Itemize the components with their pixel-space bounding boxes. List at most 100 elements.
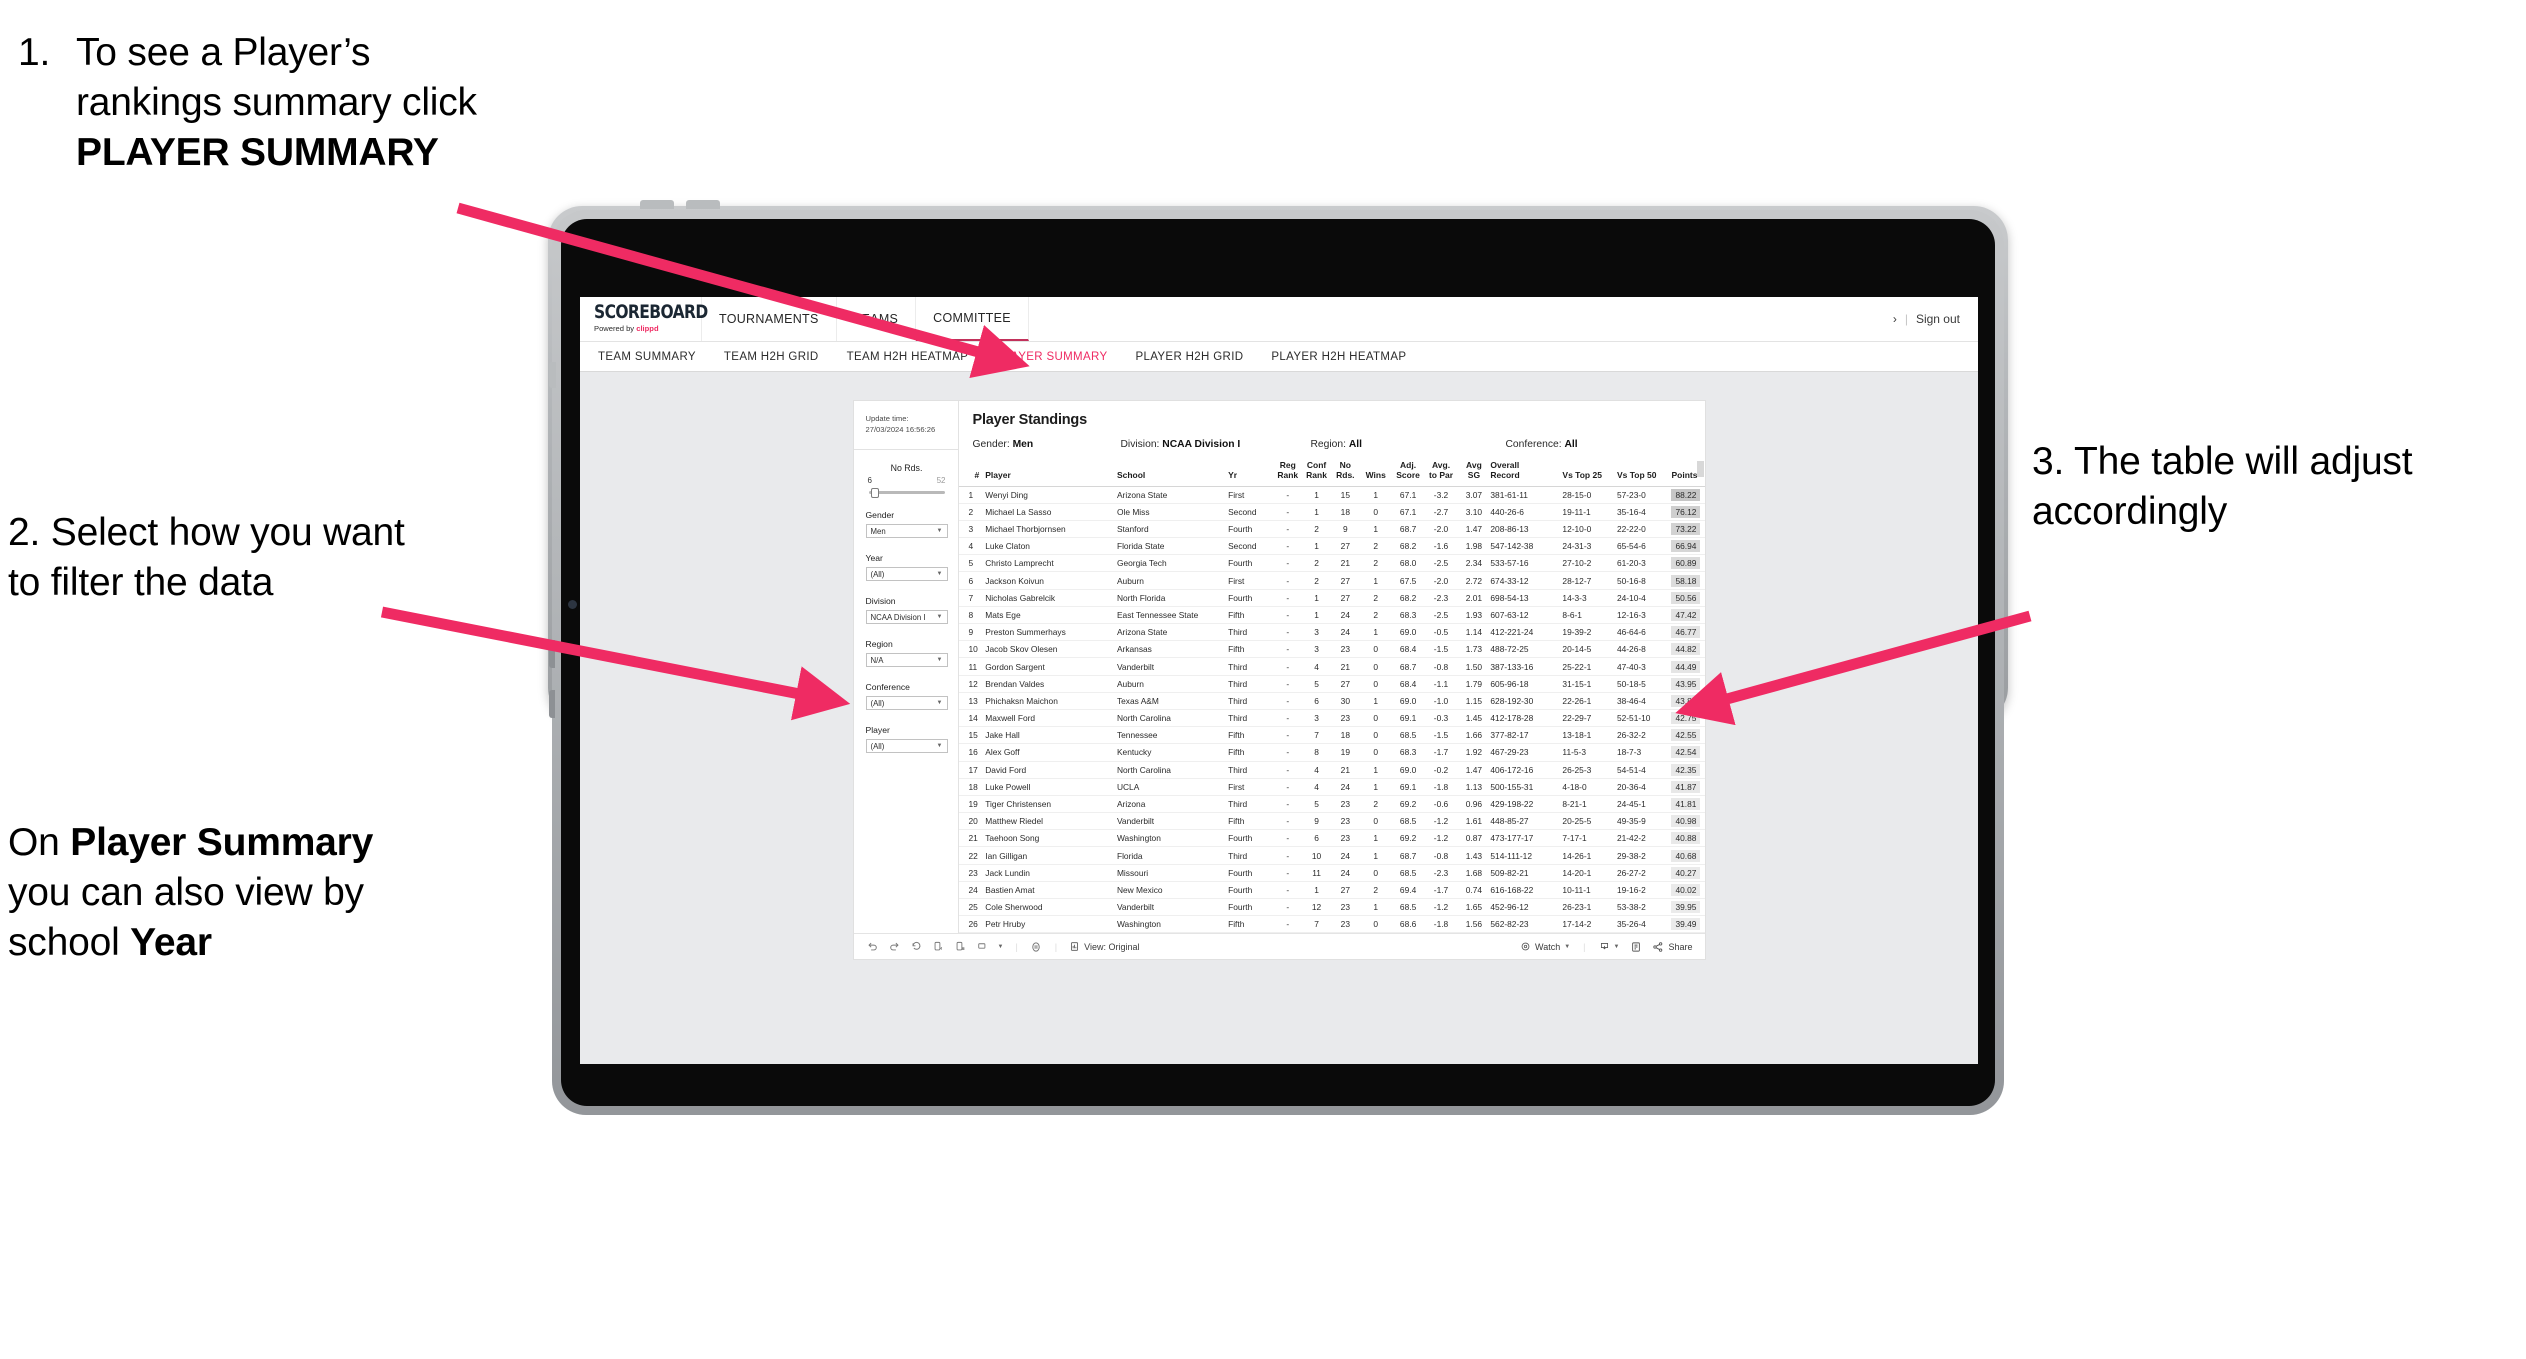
table-row[interactable]: 3 Michael Thorbjornsen Stanford Fourth -2 9 1 6… xyxy=(958,520,1705,539)
cell-conf: 6 xyxy=(1302,829,1331,848)
cell-sg: 3.07 xyxy=(1457,486,1491,504)
cell-wins: 2 xyxy=(1359,589,1392,607)
filter-division-select[interactable]: NCAA Division I ▼ xyxy=(865,610,948,624)
tab-player-summary[interactable]: PLAYER SUMMARY xyxy=(996,351,1107,363)
col-vs-top-50[interactable]: Vs Top 50 xyxy=(1616,461,1672,487)
cell-t50: 26-27-2 xyxy=(1616,864,1672,882)
slider-track[interactable] xyxy=(868,487,945,498)
table-row[interactable]: 4 Luke Claton Florida State Second -1 27 2 68.2… xyxy=(958,537,1705,556)
cell-player: Petr Hruby xyxy=(985,915,1117,934)
table-row[interactable]: 12 Brendan Valdes Auburn Third -5 27 0 68.4 -1.1… xyxy=(958,675,1705,693)
col-no-rds[interactable]: No Rds. xyxy=(1330,460,1360,487)
table-row[interactable]: 24 Bastien Amat New Mexico Fourth -1 27 2 69.4-… xyxy=(958,881,1705,900)
tab-team-summary[interactable]: TEAM SUMMARY xyxy=(598,351,696,363)
pause-auto-update-icon[interactable] xyxy=(954,940,967,953)
device-layout-chevron-icon[interactable]: ▼ xyxy=(998,944,1004,950)
table-row[interactable]: 22 Ian Gilligan Florida Third -10 24 1 68.7 -0.8… xyxy=(958,846,1705,865)
revert-icon[interactable] xyxy=(910,940,923,953)
table-row[interactable]: 23 Jack Lundin Missouri Fourth -11 24 0 68.5 -2.… xyxy=(958,864,1705,882)
filter-region-select[interactable]: N/A ▼ xyxy=(865,653,948,667)
col-avg-to-par[interactable]: Avg. to Par xyxy=(1424,460,1458,487)
table-row[interactable]: 17 David Ford North Carolina Third -4 21 1 69.0… xyxy=(958,761,1705,779)
cell-wins: 1 xyxy=(1359,898,1392,917)
table-row[interactable]: 7 Nicholas Gabrelcik North Florida Fourth -1… xyxy=(958,589,1705,607)
col-rank[interactable]: # xyxy=(958,461,986,487)
filter-conference-select[interactable]: (All) ▼ xyxy=(865,696,948,710)
app-logo[interactable]: SCOREBOARD Powered by clippd xyxy=(580,297,708,341)
view-original-label: View: Original xyxy=(1084,941,1140,952)
table-row[interactable]: 9 Preston Summerhays Arizona State Third -3 2… xyxy=(958,623,1705,642)
col-vs-top-25[interactable]: Vs Top 25 xyxy=(1562,461,1617,487)
table-head: # Player School Yr Reg Rank Conf Rank No Rd… xyxy=(958,460,1705,487)
table-row[interactable]: 20 Matthew Riedel Vanderbilt Fifth -9 23 0 68.5… xyxy=(958,812,1705,831)
table-row[interactable]: 16 Alex Goff Kentucky Fifth -8 19 0 68.3 -1.7 1.9… xyxy=(958,743,1705,762)
cell-rds: 21 xyxy=(1330,657,1360,676)
tab-player-h2h-heatmap[interactable]: PLAYER H2H HEATMAP xyxy=(1271,351,1406,363)
tab-player-h2h-grid[interactable]: PLAYER H2H GRID xyxy=(1135,351,1243,363)
filter-gender: Gender Men ▼ xyxy=(865,510,948,538)
header-chevron-icon[interactable]: › xyxy=(1893,312,1897,326)
filter-gender-select[interactable]: Men ▼ xyxy=(865,524,948,538)
summary-gender-value: Men xyxy=(1012,439,1034,450)
download-button[interactable]: ▼ xyxy=(1599,941,1620,952)
table-row[interactable]: 1 Wenyi Ding Arizona State First -1 15 1 67.1 -3… xyxy=(958,486,1705,504)
undo-icon[interactable] xyxy=(866,940,879,953)
panel-title: Player Standings xyxy=(972,412,1088,428)
table-row[interactable]: 14 Maxwell Ford North Carolina Third -3 23 0 69… xyxy=(958,709,1705,728)
table-row[interactable]: 26 Petr Hruby Washington Fifth -7 23 0 68.6 -1.8… xyxy=(958,915,1705,934)
cell-reg: - xyxy=(1273,829,1303,848)
full-screen-icon[interactable] xyxy=(1629,940,1642,953)
nav-tournaments[interactable]: TOURNAMENTS xyxy=(702,297,837,341)
cell-par: -0.3 xyxy=(1424,709,1458,728)
sign-out-link[interactable]: Sign out xyxy=(1916,312,1960,326)
table-row[interactable]: 19 Tiger Christensen Arizona Third -5 23 2 69.2… xyxy=(958,795,1705,814)
share-button[interactable]: Share xyxy=(1652,941,1693,953)
nav-teams[interactable]: TEAMS xyxy=(837,297,917,341)
cell-rank: 25 xyxy=(958,898,986,917)
col-adj-score[interactable]: Adj. Score xyxy=(1391,460,1425,487)
cell-school: Vanderbilt xyxy=(1116,898,1229,917)
table-row[interactable]: 10 Jacob Skov Olesen Arkansas Fifth -3 23 0 68.… xyxy=(958,640,1705,659)
col-year[interactable]: Yr xyxy=(1228,461,1274,487)
watch-button[interactable]: Watch ▼ xyxy=(1520,941,1570,952)
download-chevron-icon: ▼ xyxy=(1613,943,1620,950)
cell-wins: 0 xyxy=(1359,864,1392,882)
col-reg-rank[interactable]: Reg Rank xyxy=(1273,460,1303,487)
col-conf-rank[interactable]: Conf Rank xyxy=(1302,460,1331,487)
cell-par: -2.3 xyxy=(1424,864,1458,882)
col-avg-sg[interactable]: Avg SG xyxy=(1457,460,1491,487)
table-row[interactable]: 6 Jackson Koivun Auburn First -2 27 1 67.5 -2.0 2… xyxy=(958,571,1705,590)
cell-player: Tiger Christensen xyxy=(985,795,1117,814)
filter-year-select[interactable]: (All) ▼ xyxy=(865,567,948,581)
col-player[interactable]: Player xyxy=(985,461,1117,487)
filter-player-select[interactable]: (All) ▼ xyxy=(865,739,948,753)
redo-icon[interactable] xyxy=(888,940,901,953)
col-wins[interactable]: Wins xyxy=(1359,461,1392,487)
tab-team-h2h-heatmap[interactable]: TEAM H2H HEATMAP xyxy=(847,351,969,363)
slider-handle[interactable] xyxy=(870,487,879,498)
refresh-data-icon[interactable] xyxy=(932,940,945,953)
col-overall-record[interactable]: Overall Record xyxy=(1490,460,1563,487)
table-row[interactable]: 18 Luke Powell UCLA First -4 24 1 69.1 -1.8 1.13 5… xyxy=(958,778,1705,796)
table-row[interactable]: 13 Phichaksn Maichon Texas A&M Third -6 30 1 69… xyxy=(958,692,1705,710)
cell-rec: 406-172-16 xyxy=(1490,761,1563,779)
table-scrollbar-thumb[interactable] xyxy=(1696,461,1704,477)
cell-rds: 24 xyxy=(1330,606,1360,625)
nav-committee[interactable]: COMMITTEE xyxy=(916,297,1029,341)
pause-icon[interactable] xyxy=(1030,940,1043,953)
table-row[interactable]: 15 Jake Hall Tennessee Fifth -7 18 0 68.5 -1.5 1.… xyxy=(958,726,1705,745)
device-layout-icon[interactable] xyxy=(976,940,989,953)
tab-team-h2h-grid[interactable]: TEAM H2H GRID xyxy=(724,351,819,363)
table-row[interactable]: 21 Taehoon Song Washington Fourth -6 23 1 69.2-… xyxy=(958,829,1705,848)
view-original-button[interactable]: View: Original xyxy=(1069,941,1140,952)
table-row[interactable]: 8 Mats Ege East Tennessee State Fifth -1 24 2 6… xyxy=(958,606,1705,625)
table-row[interactable]: 2 Michael La Sasso Ole Miss Second -1 18 0 67.1… xyxy=(958,503,1705,521)
table-row[interactable]: 25 Cole Sherwood Vanderbilt Fourth -12 23 1 68.… xyxy=(958,898,1705,917)
col-school[interactable]: School xyxy=(1116,461,1229,487)
table-row[interactable]: 11 Gordon Sargent Vanderbilt Third -4 21 0 68.7… xyxy=(958,657,1705,676)
filter-gender-value: Men xyxy=(870,526,886,536)
table-row[interactable]: 5 Christo Lamprecht Georgia Tech Fourth -2 21… xyxy=(958,554,1705,573)
cell-school: North Carolina xyxy=(1116,709,1229,728)
cell-t50: 46-64-6 xyxy=(1616,623,1672,642)
cell-yr: Fourth xyxy=(1228,829,1274,848)
